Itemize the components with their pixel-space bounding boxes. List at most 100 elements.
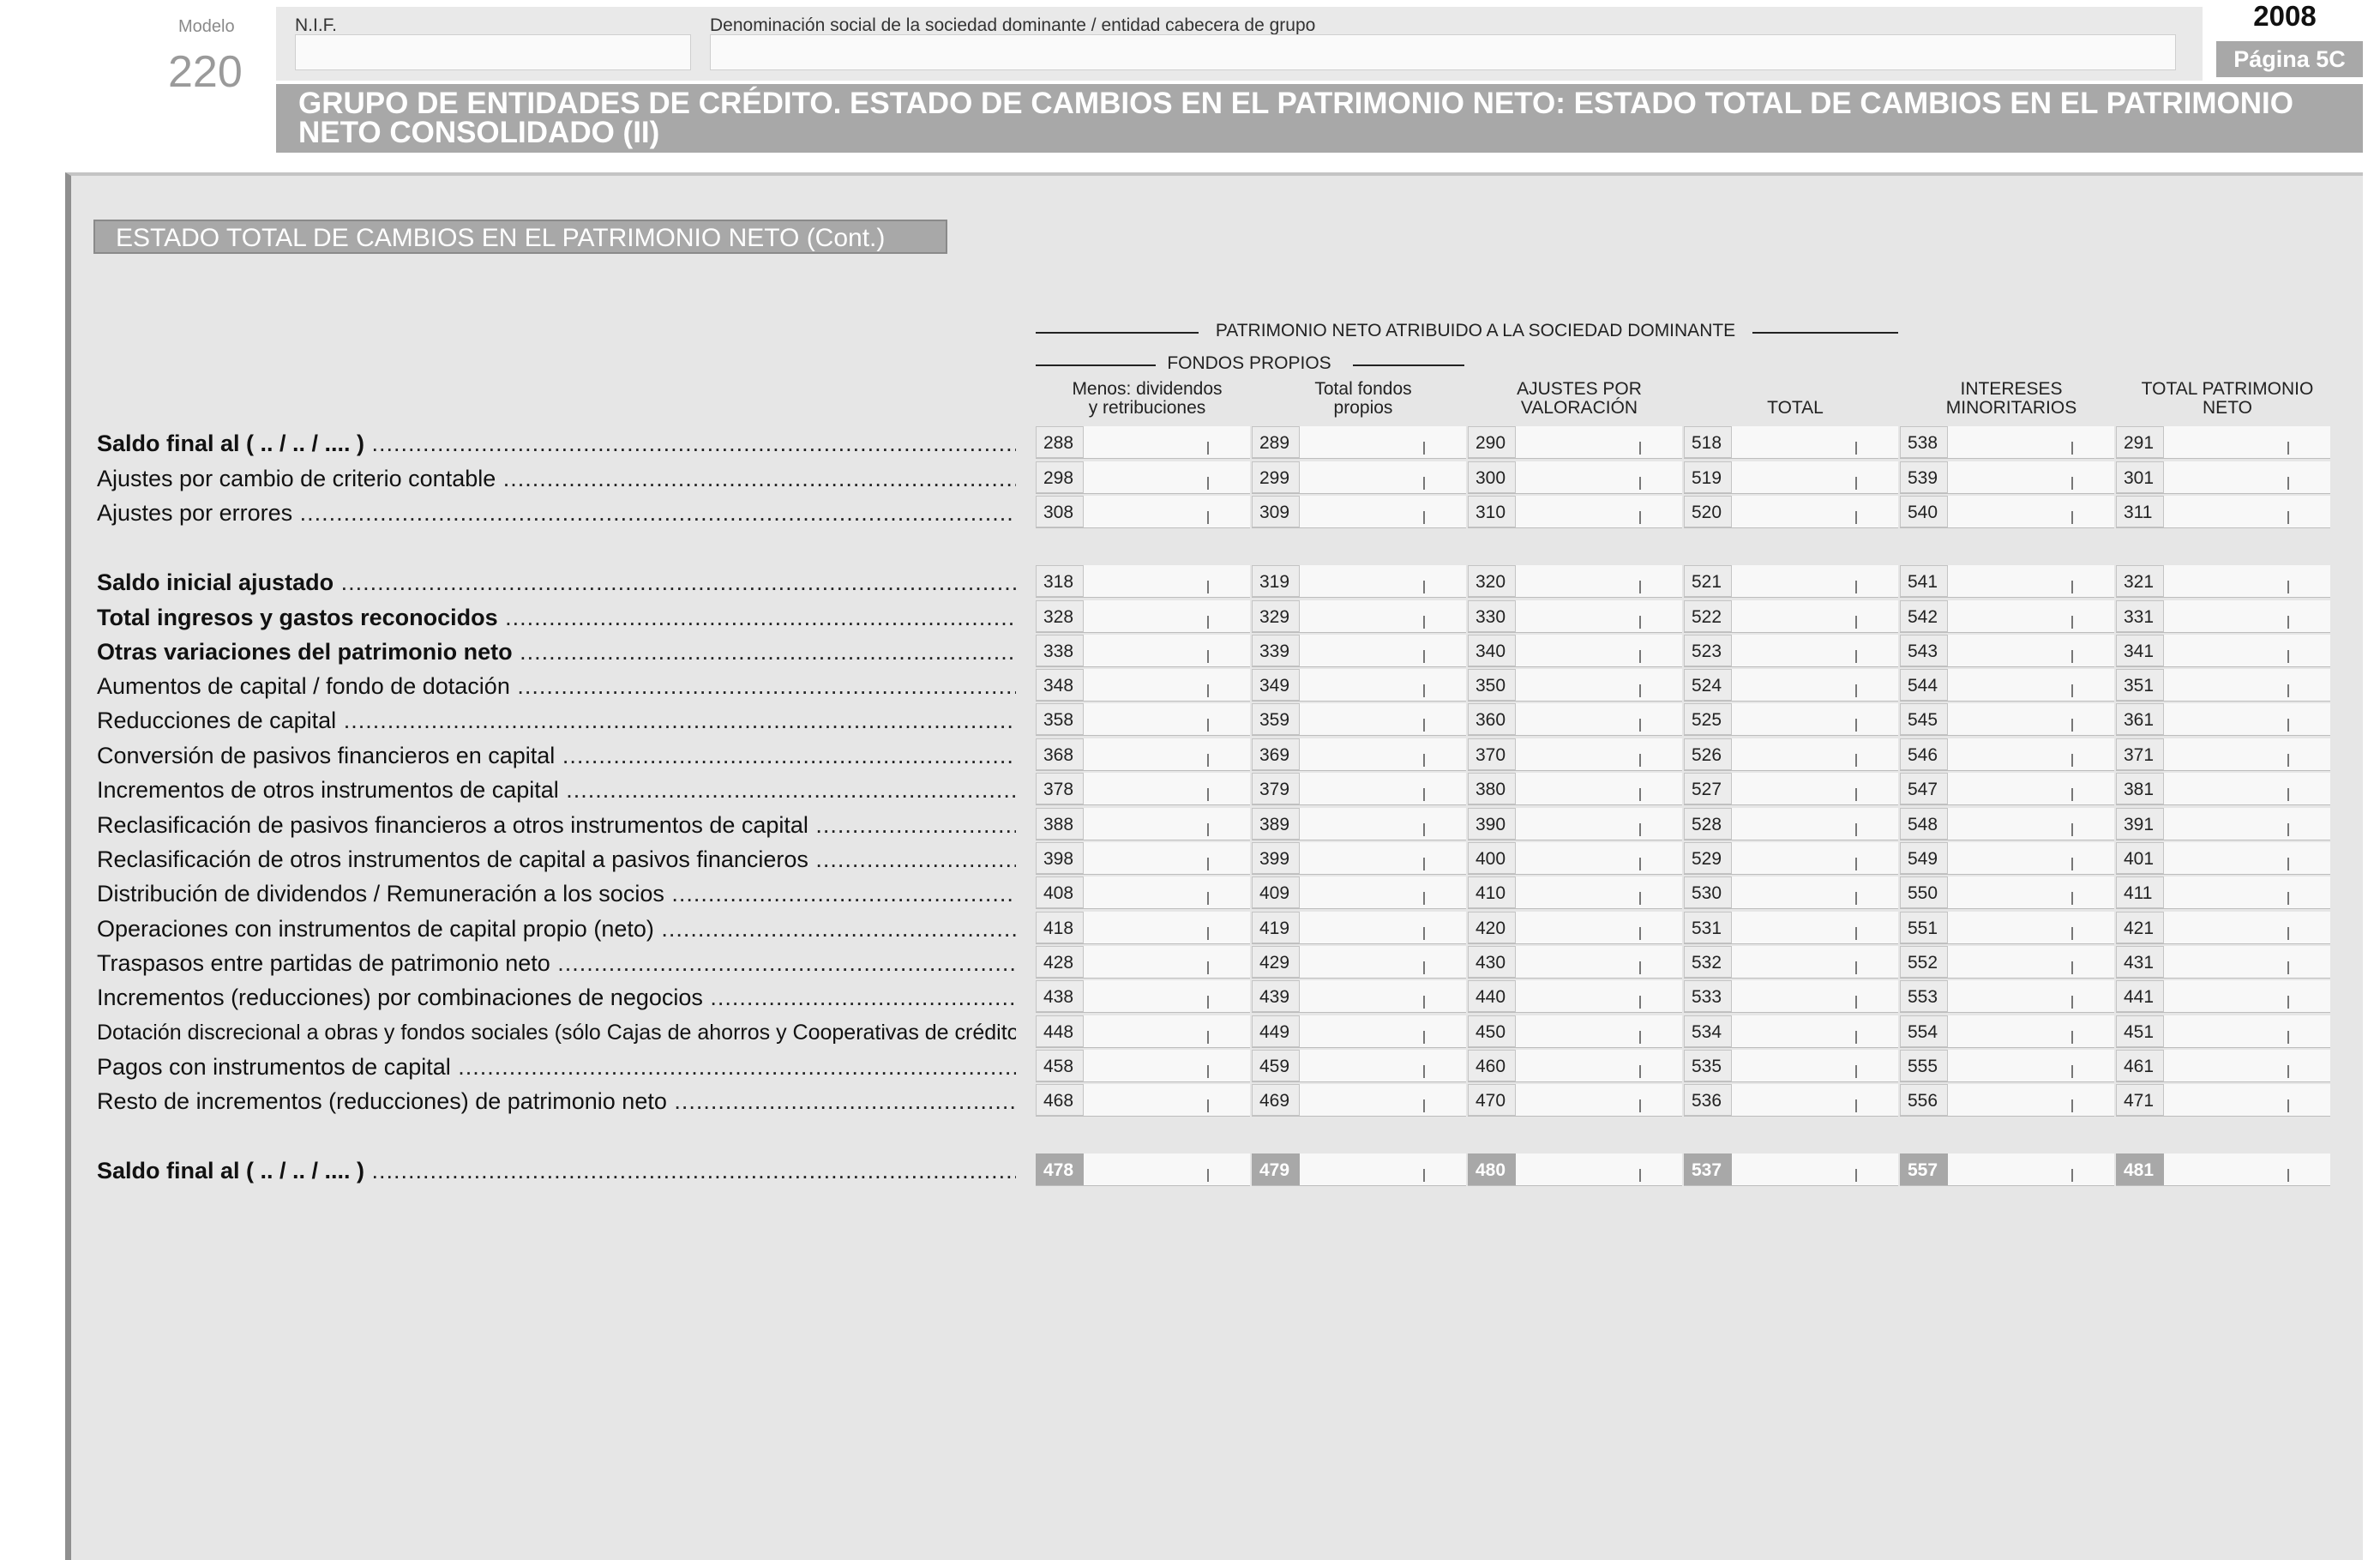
- amount-input[interactable]: [1735, 426, 1852, 458]
- amount-input[interactable]: [1303, 1050, 1420, 1081]
- amount-input[interactable]: [1519, 912, 1636, 943]
- amount-input[interactable]: [2167, 635, 2284, 666]
- amount-input[interactable]: [2167, 876, 2284, 908]
- amount-input[interactable]: [1303, 669, 1420, 701]
- amount-input[interactable]: [1303, 600, 1420, 632]
- amount-input[interactable]: [1951, 461, 2068, 493]
- amount-input[interactable]: [1087, 1084, 1204, 1116]
- amount-input[interactable]: [1735, 912, 1852, 943]
- amount-input[interactable]: [1303, 461, 1420, 493]
- amount-input[interactable]: [1519, 635, 1636, 666]
- amount-input[interactable]: [1519, 496, 1636, 527]
- amount-input[interactable]: [2167, 980, 2284, 1012]
- amount-input[interactable]: [1519, 1084, 1636, 1116]
- amount-input[interactable]: [1303, 1084, 1420, 1116]
- amount-input[interactable]: [1087, 738, 1204, 770]
- amount-input[interactable]: [1519, 703, 1636, 735]
- amount-input[interactable]: [1519, 1153, 1636, 1185]
- amount-input[interactable]: [1951, 565, 2068, 597]
- amount-input[interactable]: [1951, 1015, 2068, 1047]
- amount-input[interactable]: [1087, 946, 1204, 978]
- amount-input[interactable]: [1735, 842, 1852, 874]
- amount-input[interactable]: [1735, 703, 1852, 735]
- amount-input[interactable]: [1087, 773, 1204, 804]
- amount-input[interactable]: [1519, 426, 1636, 458]
- amount-input[interactable]: [1087, 600, 1204, 632]
- amount-input[interactable]: [1087, 461, 1204, 493]
- amount-input[interactable]: [1087, 669, 1204, 701]
- amount-input[interactable]: [1519, 669, 1636, 701]
- amount-input[interactable]: [1735, 1050, 1852, 1081]
- amount-input[interactable]: [1087, 1015, 1204, 1047]
- amount-input[interactable]: [2167, 912, 2284, 943]
- amount-input[interactable]: [2167, 1015, 2284, 1047]
- amount-input[interactable]: [1519, 946, 1636, 978]
- amount-input[interactable]: [1735, 1153, 1852, 1185]
- amount-input[interactable]: [1087, 703, 1204, 735]
- amount-input[interactable]: [1519, 842, 1636, 874]
- amount-input[interactable]: [1519, 738, 1636, 770]
- amount-input[interactable]: [1087, 496, 1204, 527]
- amount-input[interactable]: [1519, 980, 1636, 1012]
- amount-input[interactable]: [1951, 876, 2068, 908]
- amount-input[interactable]: [1303, 876, 1420, 908]
- amount-input[interactable]: [1735, 565, 1852, 597]
- amount-input[interactable]: [1735, 635, 1852, 666]
- amount-input[interactable]: [1519, 600, 1636, 632]
- amount-input[interactable]: [1087, 635, 1204, 666]
- amount-input[interactable]: [1303, 842, 1420, 874]
- amount-input[interactable]: [1951, 635, 2068, 666]
- amount-input[interactable]: [1951, 703, 2068, 735]
- amount-input[interactable]: [1087, 912, 1204, 943]
- amount-input[interactable]: [1303, 808, 1420, 840]
- amount-input[interactable]: [1519, 1050, 1636, 1081]
- amount-input[interactable]: [1087, 980, 1204, 1012]
- amount-input[interactable]: [1519, 1015, 1636, 1047]
- amount-input[interactable]: [1735, 669, 1852, 701]
- amount-input[interactable]: [1087, 1050, 1204, 1081]
- amount-input[interactable]: [2167, 1084, 2284, 1116]
- amount-input[interactable]: [1735, 738, 1852, 770]
- amount-input[interactable]: [1303, 1015, 1420, 1047]
- amount-input[interactable]: [2167, 773, 2284, 804]
- amount-input[interactable]: [1519, 773, 1636, 804]
- amount-input[interactable]: [1951, 1153, 2068, 1185]
- amount-input[interactable]: [1735, 808, 1852, 840]
- amount-input[interactable]: [1303, 635, 1420, 666]
- amount-input[interactable]: [1735, 876, 1852, 908]
- amount-input[interactable]: [1303, 565, 1420, 597]
- amount-input[interactable]: [1735, 461, 1852, 493]
- amount-input[interactable]: [1951, 496, 2068, 527]
- amount-input[interactable]: [2167, 426, 2284, 458]
- amount-input[interactable]: [2167, 1050, 2284, 1081]
- amount-input[interactable]: [2167, 738, 2284, 770]
- amount-input[interactable]: [1303, 946, 1420, 978]
- amount-input[interactable]: [1303, 980, 1420, 1012]
- amount-input[interactable]: [2167, 703, 2284, 735]
- amount-input[interactable]: [1951, 773, 2068, 804]
- amount-input[interactable]: [1303, 496, 1420, 527]
- amount-input[interactable]: [1087, 876, 1204, 908]
- amount-input[interactable]: [1951, 980, 2068, 1012]
- amount-input[interactable]: [1519, 876, 1636, 908]
- amount-input[interactable]: [1303, 912, 1420, 943]
- amount-input[interactable]: [1087, 1153, 1204, 1185]
- amount-input[interactable]: [1519, 565, 1636, 597]
- amount-input[interactable]: [1735, 1084, 1852, 1116]
- amount-input[interactable]: [1951, 808, 2068, 840]
- amount-input[interactable]: [1303, 703, 1420, 735]
- amount-input[interactable]: [1303, 738, 1420, 770]
- amount-input[interactable]: [1735, 600, 1852, 632]
- amount-input[interactable]: [2167, 842, 2284, 874]
- amount-input[interactable]: [2167, 1153, 2284, 1185]
- amount-input[interactable]: [1735, 946, 1852, 978]
- denominacion-field[interactable]: [710, 34, 2176, 70]
- amount-input[interactable]: [1735, 1015, 1852, 1047]
- amount-input[interactable]: [1735, 496, 1852, 527]
- amount-input[interactable]: [1303, 426, 1420, 458]
- amount-input[interactable]: [1951, 669, 2068, 701]
- amount-input[interactable]: [1735, 980, 1852, 1012]
- nif-field[interactable]: [295, 34, 691, 70]
- amount-input[interactable]: [1735, 773, 1852, 804]
- amount-input[interactable]: [2167, 808, 2284, 840]
